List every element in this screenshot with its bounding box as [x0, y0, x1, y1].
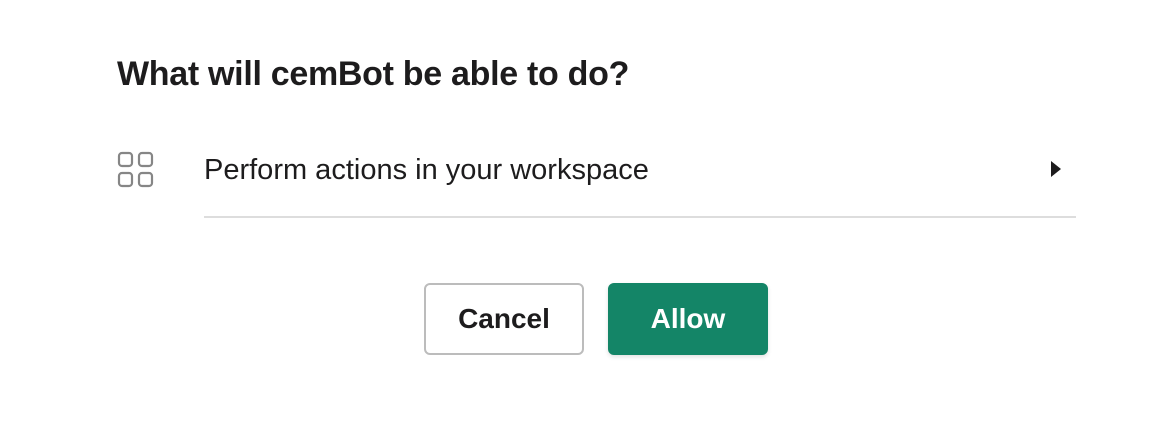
- dialog-title: What will cemBot be able to do?: [117, 55, 630, 93]
- caret-right-icon: [1050, 160, 1062, 178]
- grid-icon: [117, 151, 155, 189]
- dialog-actions: Cancel Allow: [424, 283, 768, 355]
- permission-expand-toggle[interactable]: Perform actions in your workspace: [204, 148, 1076, 218]
- allow-button[interactable]: Allow: [608, 283, 768, 355]
- oauth-permission-dialog: What will cemBot be able to do? Perform …: [0, 0, 1162, 424]
- permission-item: Perform actions in your workspace: [117, 148, 1076, 218]
- permission-label: Perform actions in your workspace: [204, 154, 649, 186]
- cancel-button[interactable]: Cancel: [424, 283, 584, 355]
